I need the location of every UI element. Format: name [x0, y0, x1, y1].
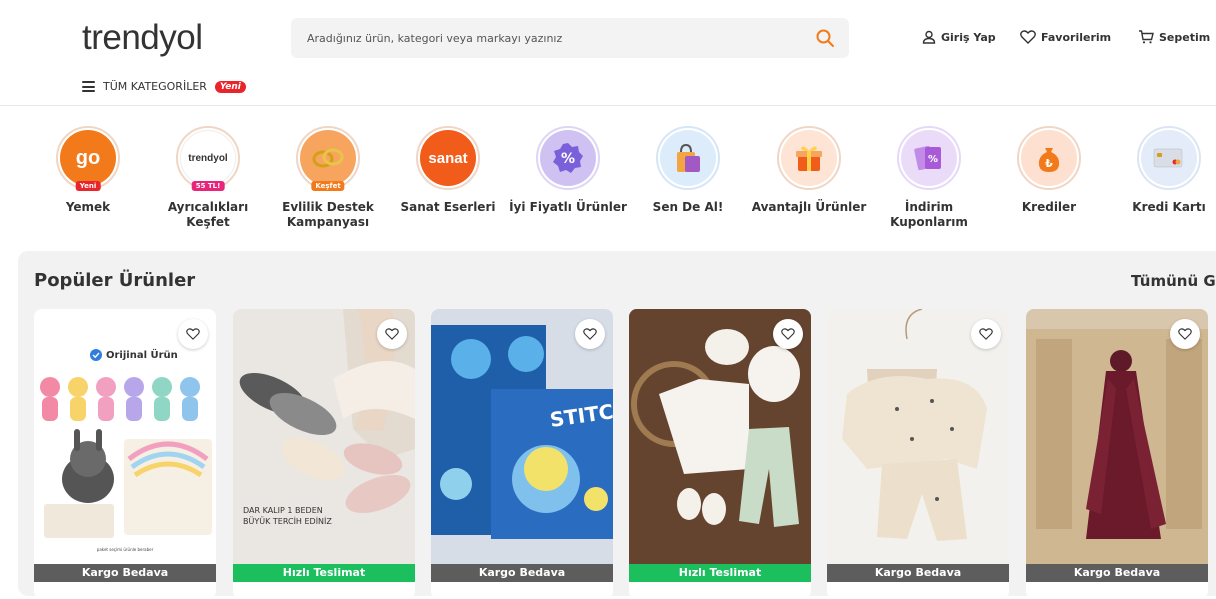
- all-categories-label: TÜM KATEGORİLER: [103, 80, 207, 93]
- see-all-link[interactable]: Tümünü G: [1131, 272, 1216, 290]
- product-card[interactable]: Kargo Bedava: [1026, 309, 1208, 599]
- svg-text:₺: ₺: [1045, 157, 1053, 170]
- quick-links: go Yeni Yemek trendyol 55 TL! Ayrıcalıkl…: [0, 106, 1216, 251]
- svg-text:%: %: [928, 154, 938, 165]
- user-icon: [922, 30, 936, 44]
- heart-icon: [781, 328, 795, 340]
- search-icon[interactable]: [815, 28, 835, 48]
- quick-link-label: Avantajlı Ürünler: [751, 200, 867, 214]
- shipping-ribbon: Kargo Bedava: [431, 564, 613, 582]
- fast-delivery-ribbon: Hızlı Teslimat: [629, 564, 811, 582]
- quick-link-label: Evlilik Destek Kampanyası: [282, 200, 374, 229]
- circle-badge: Keşfet: [311, 181, 345, 191]
- cart-link[interactable]: Sepetim: [1138, 30, 1210, 44]
- favorite-button[interactable]: [377, 319, 407, 349]
- search-input[interactable]: [307, 18, 797, 58]
- cart-icon: [1139, 30, 1154, 44]
- quick-link-sen-de-al[interactable]: Sen De Al!: [628, 126, 748, 215]
- heart-icon: [1020, 30, 1036, 44]
- product-card[interactable]: DAR KALIP 1 BEDEN BÜYÜK TERCİH EDİNİZ Hı…: [233, 309, 415, 599]
- product-card[interactable]: Kargo Bedava: [827, 309, 1009, 599]
- favorite-button[interactable]: [1170, 319, 1200, 349]
- heart-icon: [583, 328, 597, 340]
- original-product-label: Orijinal Ürün: [106, 349, 178, 361]
- new-badge: Yeni: [214, 80, 246, 93]
- heart-icon: [186, 328, 200, 340]
- heart-icon: [385, 328, 399, 340]
- gift-icon: [777, 126, 841, 190]
- login-link[interactable]: Giriş Yap: [922, 30, 996, 44]
- favorite-button[interactable]: [575, 319, 605, 349]
- quick-link-evlilik[interactable]: Keşfet Evlilik Destek Kampanyası: [268, 126, 388, 230]
- shipping-ribbon: Kargo Bedava: [34, 564, 216, 582]
- product-card[interactable]: STITCH Kargo Bedava: [431, 309, 613, 599]
- quick-link-sanat[interactable]: sanat Sanat Eserleri: [388, 126, 508, 215]
- quick-link-krediler[interactable]: ₺ Krediler: [989, 126, 1109, 215]
- circle-badge: 55 TL!: [191, 181, 225, 191]
- quick-link-label: İyi Fiyatlı Ürünler: [509, 200, 627, 214]
- svg-text:%: %: [561, 151, 575, 167]
- quick-link-label: Ayrıcalıkları Keşfet: [167, 200, 249, 229]
- login-label: Giriş Yap: [941, 30, 996, 44]
- circle-badge: Yeni: [75, 181, 101, 191]
- shipping-ribbon: Kargo Bedava: [1026, 564, 1208, 582]
- verified-icon: [90, 349, 102, 361]
- quick-link-kuponlar[interactable]: % İndirim Kuponlarım: [869, 126, 989, 230]
- coupon-icon: %: [897, 126, 961, 190]
- quick-link-label: Sen De Al!: [652, 200, 724, 214]
- quick-link-ayricaliklar[interactable]: trendyol 55 TL! Ayrıcalıkları Keşfet: [148, 126, 268, 230]
- header: trendyol Giriş Yap Favorilerim Sepetim T…: [0, 0, 1216, 106]
- quick-link-label: İndirim Kuponlarım: [890, 200, 968, 229]
- credit-card-icon: [1137, 126, 1201, 190]
- art-icon: sanat: [416, 126, 480, 190]
- trendyol-logo[interactable]: trendyol: [82, 18, 203, 58]
- quick-link-yemek[interactable]: go Yeni Yemek: [28, 126, 148, 215]
- search-bar[interactable]: [291, 18, 849, 58]
- section-title: Popüler Ürünler: [34, 270, 196, 291]
- all-categories-button[interactable]: TÜM KATEGORİLER Yeni: [82, 80, 246, 93]
- product-card[interactable]: paket seçimi ürünle beraber Orijinal Ürü…: [34, 309, 216, 599]
- money-bag-icon: ₺: [1017, 126, 1081, 190]
- heart-icon: [1178, 328, 1192, 340]
- quick-link-iyi-fiyat[interactable]: % İyi Fiyatlı Ürünler: [508, 126, 628, 215]
- menu-icon: [82, 81, 95, 92]
- popular-products-section: Popüler Ürünler Tümünü G paket seçimi ür…: [18, 251, 1216, 599]
- food-icon: go Yeni: [56, 126, 120, 191]
- favorite-button[interactable]: [971, 319, 1001, 349]
- favorites-link[interactable]: Favorilerim: [1020, 30, 1111, 44]
- quick-link-label: Krediler: [1021, 200, 1077, 214]
- quick-link-kredi-karti[interactable]: Kredi Kartı: [1109, 126, 1216, 215]
- favorites-label: Favorilerim: [1041, 30, 1112, 44]
- quick-link-label: Kredi Kartı: [1132, 200, 1206, 214]
- quick-link-label: Sanat Eserleri: [400, 200, 496, 214]
- fast-delivery-ribbon: Hızlı Teslimat: [233, 564, 415, 582]
- rings-icon: Keşfet: [296, 126, 360, 191]
- trendyol-plus-icon: trendyol 55 TL!: [176, 126, 240, 191]
- quick-link-avantajli[interactable]: Avantajlı Ürünler: [749, 126, 869, 215]
- shipping-ribbon: Kargo Bedava: [827, 564, 1009, 582]
- product-note: DAR KALIP 1 BEDEN BÜYÜK TERCİH EDİNİZ: [243, 506, 332, 526]
- svg-text:paket seçimi ürünle beraber: paket seçimi ürünle beraber: [97, 547, 154, 552]
- product-card[interactable]: Hızlı Teslimat: [629, 309, 811, 599]
- cart-label: Sepetim: [1159, 30, 1211, 44]
- shopping-bag-icon: [656, 126, 720, 190]
- original-product-badge: Orijinal Ürün: [90, 349, 178, 361]
- heart-icon: [979, 328, 993, 340]
- quick-link-label: Yemek: [65, 200, 111, 214]
- favorite-button[interactable]: [773, 319, 803, 349]
- percent-icon: %: [536, 126, 600, 190]
- favorite-button[interactable]: [178, 319, 208, 349]
